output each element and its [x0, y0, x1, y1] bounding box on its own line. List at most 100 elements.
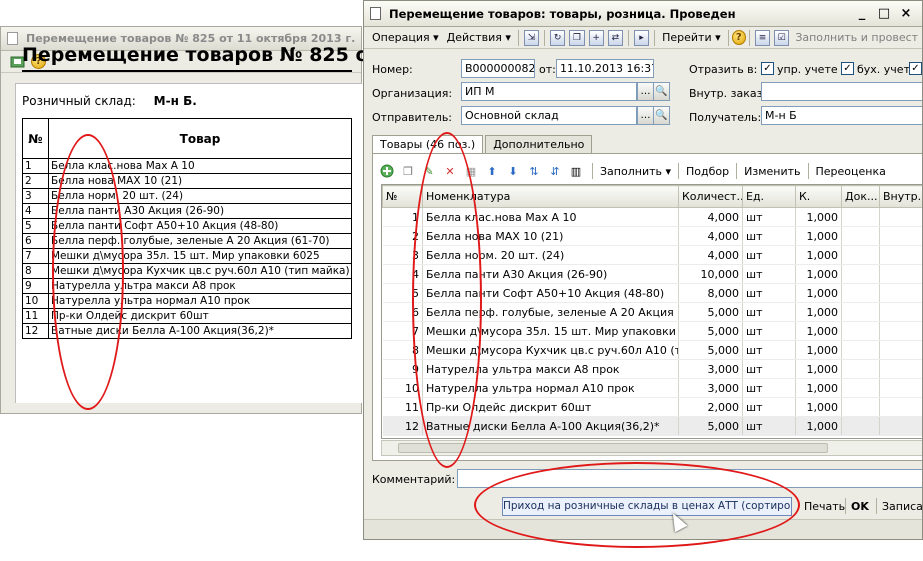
copy-icon[interactable]: ❐ [569, 29, 585, 46]
sender-field[interactable]: Основной склад [461, 106, 637, 125]
table-row: 9 Натурелла ультра макси А8 прок [22, 278, 352, 294]
separator [807, 163, 809, 179]
col-qty[interactable]: Количест... [678, 185, 743, 208]
comment-label: Комментарий: [372, 473, 456, 486]
table-row[interactable]: 4 Белла панти А30 Акция (26-90) 10,000 шт 1,… [382, 264, 922, 284]
menu-actions[interactable]: Действия ▾ [443, 31, 515, 44]
print-form-tooltip[interactable]: Приход на розничные склады в ценах АТТ (… [502, 497, 792, 516]
table-row[interactable]: 2 Белла нова MAX 10 (21) 4,000 шт 1,000 [382, 226, 922, 246]
separator [654, 29, 656, 46]
sort-asc-icon[interactable]: ⇅ [526, 163, 542, 179]
col-n[interactable]: № [382, 185, 423, 208]
delete-row-icon[interactable]: ✕ [442, 163, 458, 179]
fin-accounting-checkbox[interactable]: ✓ [841, 62, 854, 75]
number-field[interactable]: В0000000825 [461, 59, 535, 78]
separator [736, 163, 738, 179]
print-warehouse: Розничный склад: М-н Б. [22, 94, 197, 108]
table-row[interactable]: 10 Натурелла ультра нормал А10 прок 3,000 ш… [382, 378, 922, 398]
table-row[interactable]: 9 Натурелла ультра макси А8 прок 3,000 шт 1,… [382, 359, 922, 379]
separator [627, 29, 629, 46]
col-coef[interactable]: К. [795, 185, 842, 208]
barcode-icon[interactable]: ▥ [568, 163, 584, 179]
table-row: 4 Белла панти А30 Акция (26-90) [22, 203, 352, 219]
table-row[interactable]: 3 Белла норм. 20 шт. (24) 4,000 шт 1,000 [382, 245, 922, 265]
document-form-window: Перемещение товаров: товары, розница. Пр… [363, 0, 923, 540]
help-icon[interactable]: ? [731, 30, 746, 45]
search-icon[interactable]: 🔍 [653, 106, 670, 125]
sort-desc-icon[interactable]: ⇵ [547, 163, 563, 179]
chevron-down-icon: ▾ [505, 31, 511, 44]
menu-goto[interactable]: Перейти ▾ [658, 31, 725, 44]
mgmt-accounting-label: упр. учете [777, 63, 838, 76]
table-row[interactable]: 8 Мешки д\мусора Кухчик цв.с руч.60л А10 … [382, 340, 922, 360]
fill-and-post-button[interactable]: Заполнить и провест [791, 31, 922, 44]
table-row: 8 Мешки д\мусора Кухчик цв.с руч.60л А10 … [22, 263, 352, 279]
add-icon[interactable]: + [588, 29, 604, 46]
print-col-item: Товар [48, 118, 352, 159]
table-row: 3 Белла норм. 20 шт. (24) [22, 188, 352, 204]
table-row[interactable]: 7 Мешки д\мусора 35л. 15 шт. Мир упаковк… [382, 321, 922, 341]
table-row: 5 Белла панти Софт А50+10 Акция (48-80) [22, 218, 352, 234]
separator [727, 29, 729, 46]
internal-order-field[interactable] [761, 82, 922, 101]
tab-additional[interactable]: Дополнительно [485, 135, 593, 154]
col-unit[interactable]: Ед. [742, 185, 796, 208]
fin-accounting-label: бух. учете [857, 63, 917, 76]
refresh-icon[interactable]: ↻ [550, 29, 566, 46]
add-row-icon[interactable] [379, 163, 395, 179]
date-field[interactable]: 11.10.2013 16:37:2 [556, 59, 654, 78]
print-button[interactable]: Печать [800, 500, 849, 513]
scrollbar-thumb[interactable] [398, 443, 828, 453]
organization-select-button[interactable]: … [637, 82, 654, 101]
copy-row-icon[interactable]: ❐ [400, 163, 416, 179]
tax-accounting-checkbox[interactable]: ✓ [909, 62, 922, 75]
selection-button[interactable]: Подбор [682, 165, 733, 178]
move-up-icon[interactable]: ⬆ [484, 163, 500, 179]
tab-goods[interactable]: Товары (46 поз.) [372, 135, 484, 154]
menu-operation[interactable]: Операция ▾ [368, 31, 443, 44]
col-item[interactable]: Номенклатура [422, 185, 679, 208]
fill-button[interactable]: Заполнить ▾ [596, 165, 675, 178]
table-row[interactable]: 1 Белла клас.нова Max A 10 4,000 шт 1,000 [382, 207, 922, 227]
table-row[interactable]: 6 Белла перф. голубые, зеленые А 20 Акция… [382, 302, 922, 322]
document-icon [7, 32, 18, 45]
status-bar [364, 519, 922, 539]
structure-icon[interactable]: ▸ [633, 29, 650, 46]
search-icon[interactable]: 🔍 [653, 82, 670, 101]
table-row[interactable]: 5 Белла панти Софт А50+10 Акция (48-80) 8,… [382, 283, 922, 303]
organization-field[interactable]: ИП М [461, 82, 637, 101]
receiver-field[interactable]: М-н Б [761, 106, 922, 125]
move-down-icon[interactable]: ⬇ [505, 163, 521, 179]
table-row[interactable]: 11 Пр-ки Олдейс дискрит 60шт 2,000 шт 1,000 [382, 397, 922, 417]
change-button[interactable]: Изменить [740, 165, 804, 178]
list-icon[interactable]: ≡ [754, 29, 771, 46]
ok-button[interactable]: OK [847, 500, 873, 513]
mgmt-accounting-checkbox[interactable]: ✓ [761, 62, 774, 75]
table-row: 6 Белла перф. голубые, зеленые А 20 Акция… [22, 233, 352, 249]
document-form-title: Перемещение товаров: товары, розница. Пр… [389, 6, 736, 21]
record-button[interactable]: Записа [878, 500, 922, 513]
col-inner[interactable]: Внутр... [879, 185, 922, 208]
comment-field[interactable] [457, 469, 922, 488]
close-button[interactable]: × [898, 6, 914, 21]
table-row: 2 Белла нова MAX 10 (21) [22, 173, 352, 189]
sender-select-button[interactable]: … [637, 106, 654, 125]
separator [544, 29, 546, 46]
end-edit-icon[interactable]: ▦ [463, 163, 479, 179]
grid-horizontal-scrollbar[interactable] [381, 440, 922, 456]
edit-row-icon[interactable]: ✎ [421, 163, 437, 179]
maximize-button[interactable]: □ [876, 6, 892, 21]
receiver-label: Получатель: [689, 111, 762, 124]
reflect-in-label: Отразить в: [689, 63, 758, 76]
revaluation-button[interactable]: Переоценка [812, 165, 890, 178]
post-icon[interactable]: ⇲ [523, 29, 540, 46]
checklist-icon[interactable]: ☑ [774, 29, 790, 46]
table-row: 7 Мешки д\мусора 35л. 15 шт. Мир упаковки… [22, 248, 352, 264]
minimize-button[interactable]: _ [854, 6, 870, 21]
table-row[interactable]: 12 Ватные диски Белла А-100 Акция(36,2)* 5… [382, 416, 922, 436]
col-doc[interactable]: Док... [841, 185, 880, 208]
date-label: от: [539, 63, 556, 76]
chevron-down-icon: ▾ [715, 31, 721, 44]
based-on-icon[interactable]: ⇄ [607, 29, 623, 46]
document-form-titlebar[interactable]: Перемещение товаров: товары, розница. Пр… [364, 1, 922, 27]
